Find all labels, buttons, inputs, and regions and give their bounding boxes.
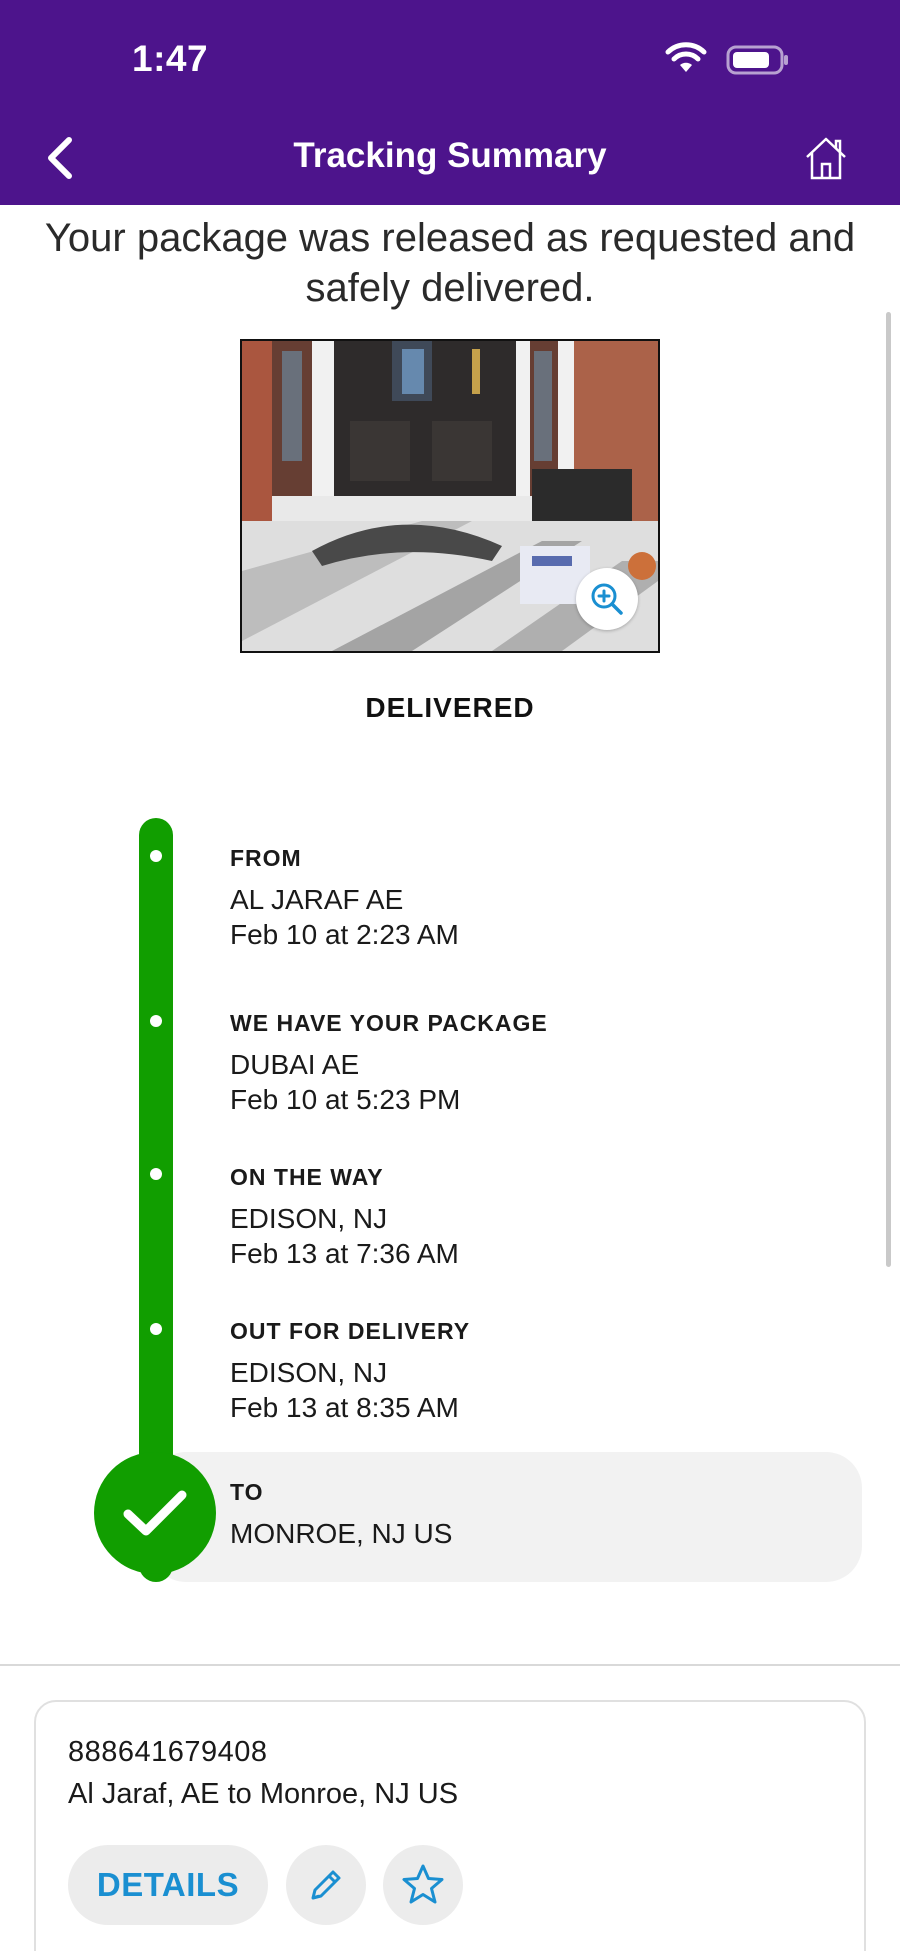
battery-icon <box>726 44 790 81</box>
delivery-status: DELIVERED <box>365 692 535 723</box>
star-icon <box>402 1864 444 1904</box>
event-title: FROM <box>230 845 302 871</box>
edit-button[interactable] <box>286 1845 366 1925</box>
home-icon <box>806 137 846 180</box>
event-title: TO <box>230 1479 264 1505</box>
zoom-photo-button[interactable] <box>576 568 638 630</box>
timeline-dot <box>150 1015 162 1027</box>
tracking-number: 888641679408 <box>68 1736 268 1768</box>
event-time: Feb 10 at 2:23 AM <box>230 919 459 950</box>
page-title: Tracking Summary <box>293 136 607 175</box>
event-location: EDISON, NJ <box>230 1203 388 1234</box>
divider <box>0 1664 900 1666</box>
timeline-event: WE HAVE YOUR PACKAGE DUBAI AE Feb 10 at … <box>230 1010 850 1117</box>
details-button[interactable]: DETAILS <box>68 1845 268 1925</box>
delivery-message: Your package was released as requested a… <box>44 216 856 310</box>
top-bar: 1:47 Tracking Summary <box>0 0 900 205</box>
timeline-dot <box>150 1168 162 1180</box>
timeline-event: OUT FOR DELIVERY EDISON, NJ Feb 13 at 8:… <box>230 1318 850 1425</box>
shipment-card[interactable]: 888641679408 Al Jaraf, AE to Monroe, NJ … <box>34 1700 866 1951</box>
shipment-route: Al Jaraf, AE to Monroe, NJ US <box>68 1778 459 1810</box>
wifi-icon <box>664 42 708 79</box>
event-location: MONROE, NJ US <box>230 1518 453 1549</box>
timeline-dot <box>150 1323 162 1335</box>
status-time: 1:47 <box>132 38 209 79</box>
event-time: Feb 10 at 5:23 PM <box>230 1084 461 1115</box>
favorite-button[interactable] <box>383 1845 463 1925</box>
event-title: OUT FOR DELIVERY <box>230 1318 471 1344</box>
scrollbar[interactable] <box>886 312 891 1267</box>
timeline-event: FROM AL JARAF AE Feb 10 at 2:23 AM <box>230 845 850 952</box>
timeline-destination: TO MONROE, NJ US <box>230 1479 850 1551</box>
pencil-icon <box>311 1870 341 1900</box>
event-title: ON THE WAY <box>230 1164 384 1190</box>
timeline-event: ON THE WAY EDISON, NJ Feb 13 at 7:36 AM <box>230 1164 850 1271</box>
event-time: Feb 13 at 7:36 AM <box>230 1238 459 1269</box>
home-button[interactable] <box>798 128 854 188</box>
event-title: WE HAVE YOUR PACKAGE <box>230 1010 548 1036</box>
event-location: DUBAI AE <box>230 1049 360 1080</box>
zoom-in-icon <box>591 583 623 615</box>
event-time: Feb 13 at 8:35 AM <box>230 1392 459 1423</box>
check-icon <box>94 1452 216 1574</box>
event-location: EDISON, NJ <box>230 1357 388 1388</box>
timeline-dot <box>150 850 162 862</box>
event-location: AL JARAF AE <box>230 884 404 915</box>
